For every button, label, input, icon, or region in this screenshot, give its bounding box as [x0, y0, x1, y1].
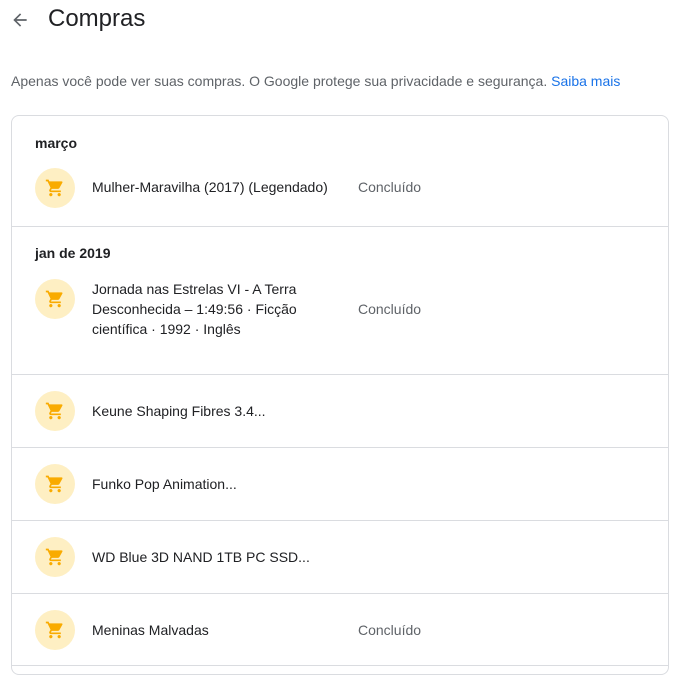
purchase-title: WD Blue 3D NAND 1TB PC SSD...	[92, 549, 310, 565]
purchase-row[interactable]: Funko Pop Animation...	[12, 447, 668, 520]
page-title: Compras	[48, 5, 146, 32]
cart-icon-badge	[35, 610, 75, 650]
cart-icon-badge	[35, 537, 75, 577]
purchase-row[interactable]: Mulher-Maravilha (2017) (Legendado) Conc…	[12, 152, 668, 224]
cart-icon-badge	[35, 168, 75, 208]
shopping-cart-icon	[45, 548, 63, 566]
purchase-title-line: científica · 1992 · Inglês	[92, 321, 241, 337]
shopping-cart-icon	[45, 621, 63, 639]
purchase-row[interactable]: Jornada nas Estrelas VI - A Terra Descon…	[12, 262, 668, 374]
purchase-title-line: Desconhecida – 1:49:56 · Ficção	[92, 301, 297, 317]
shopping-cart-icon	[45, 179, 63, 197]
purchase-status: Concluído	[358, 301, 422, 317]
cart-icon-badge	[35, 279, 75, 319]
month-heading: jan de 2019	[35, 245, 111, 261]
purchases-card: março Mulher-Maravilha (2017) (Legendado…	[11, 115, 669, 675]
learn-more-link[interactable]: Saiba mais	[551, 73, 620, 89]
cart-icon-badge	[35, 464, 75, 504]
purchase-title-line: Jornada nas Estrelas VI - A Terra	[92, 281, 297, 297]
month-group: jan de 2019 Jornada nas Estrelas VI - A …	[12, 227, 668, 666]
shopping-cart-icon	[45, 290, 63, 308]
purchase-title: Jornada nas Estrelas VI - A Terra Descon…	[92, 279, 297, 339]
month-group: março Mulher-Maravilha (2017) (Legendado…	[12, 116, 668, 227]
purchase-title: Meninas Malvadas	[92, 622, 209, 638]
shopping-cart-icon	[45, 475, 63, 493]
privacy-notice: Apenas você pode ver suas compras. O Goo…	[11, 72, 620, 90]
privacy-text: Apenas você pode ver suas compras. O Goo…	[11, 73, 548, 89]
purchase-title: Mulher-Maravilha (2017) (Legendado)	[92, 179, 328, 195]
purchase-title: Funko Pop Animation...	[92, 476, 237, 492]
shopping-cart-icon	[45, 402, 63, 420]
back-button[interactable]	[6, 6, 34, 34]
month-heading: março	[35, 135, 78, 151]
purchase-status: Concluído	[358, 622, 422, 638]
purchase-row[interactable]: Keune Shaping Fibres 3.4...	[12, 374, 668, 447]
arrow-back-icon	[13, 13, 27, 27]
purchase-row[interactable]: WD Blue 3D NAND 1TB PC SSD...	[12, 520, 668, 593]
purchase-title: Keune Shaping Fibres 3.4...	[92, 403, 266, 419]
purchase-row[interactable]: Meninas Malvadas Concluído	[12, 593, 668, 666]
header: Compras	[0, 0, 679, 40]
cart-icon-badge	[35, 391, 75, 431]
purchase-status: Concluído	[358, 179, 422, 195]
